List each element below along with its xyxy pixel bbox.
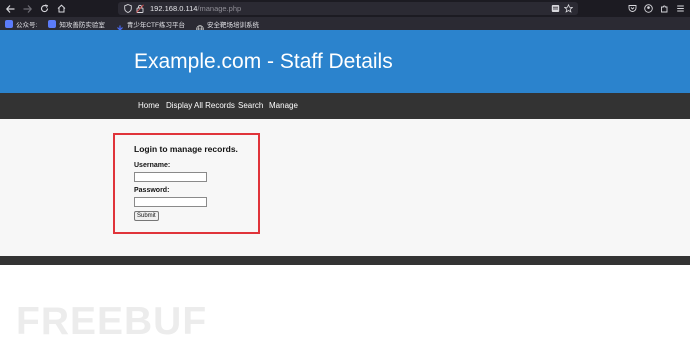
site-title: Example.com - Staff Details (134, 50, 393, 73)
home-icon[interactable] (54, 2, 68, 16)
bookmark-item[interactable]: 知攻善防实验室 (48, 19, 105, 29)
bookmark-item[interactable]: 安全靶场培训系统 (196, 19, 259, 33)
bookmark-label: 知攻善防实验室 (59, 21, 105, 29)
url-path: /manage.php (197, 4, 242, 13)
bookmark-label: 青少年CTF练习平台 (126, 21, 185, 29)
pocket-icon[interactable] (626, 2, 638, 14)
reader-view-icon[interactable] (551, 4, 560, 13)
password-input[interactable] (134, 197, 207, 207)
nav-link-search[interactable]: Search (238, 101, 263, 110)
reload-icon[interactable] (37, 2, 51, 16)
insecure-lock-icon[interactable] (136, 4, 144, 13)
shield-icon[interactable] (124, 4, 132, 13)
bookmark-label: 安全靶场培训系统 (206, 21, 259, 29)
web-page: Example.com - Staff Details Home Display… (0, 30, 690, 350)
nav-link-home[interactable]: Home (138, 101, 159, 110)
account-icon[interactable] (642, 2, 654, 14)
bookmark-item[interactable]: 青少年CTF练习平台 (116, 19, 185, 32)
bookmark-favicon-icon (116, 20, 124, 32)
site-footer (0, 256, 690, 265)
login-form-highlight: Login to manage records. Username: Passw… (113, 133, 260, 234)
menu-icon[interactable] (674, 2, 686, 14)
browser-toolbar: 192.168.0.114/manage.php (0, 0, 690, 17)
username-label: Username: (134, 162, 171, 169)
bookmark-star-icon[interactable] (564, 4, 573, 13)
nav-link-manage[interactable]: Manage (269, 101, 298, 110)
password-label: Password: (134, 187, 170, 194)
nav-link-display-all-records[interactable]: Display All Records (166, 101, 235, 110)
forward-icon[interactable] (20, 2, 34, 16)
address-bar[interactable]: 192.168.0.114/manage.php (118, 2, 578, 15)
extensions-icon[interactable] (658, 2, 670, 14)
globe-icon (196, 20, 204, 33)
bookmark-label: 公众号: (16, 21, 38, 29)
login-heading: Login to manage records. (134, 144, 238, 154)
bookmarks-toolbar: 公众号: 知攻善防实验室 青少年CTF练习平台 安全靶场培训系统 (0, 17, 690, 33)
submit-button[interactable]: Submit (134, 211, 159, 221)
bookmark-favicon-icon (48, 19, 57, 28)
site-header: Example.com - Staff Details (0, 30, 690, 93)
freebuf-watermark: FREEBUF (16, 300, 208, 343)
bookmark-item[interactable]: 公众号: (5, 19, 37, 29)
site-nav: Home Display All Records Search Manage (0, 93, 690, 119)
url-host: 192.168.0.114 (150, 4, 198, 13)
main-content: Login to manage records. Username: Passw… (0, 119, 690, 256)
back-icon[interactable] (3, 2, 17, 16)
bookmark-favicon-icon (5, 19, 13, 28)
username-input[interactable] (134, 172, 207, 182)
